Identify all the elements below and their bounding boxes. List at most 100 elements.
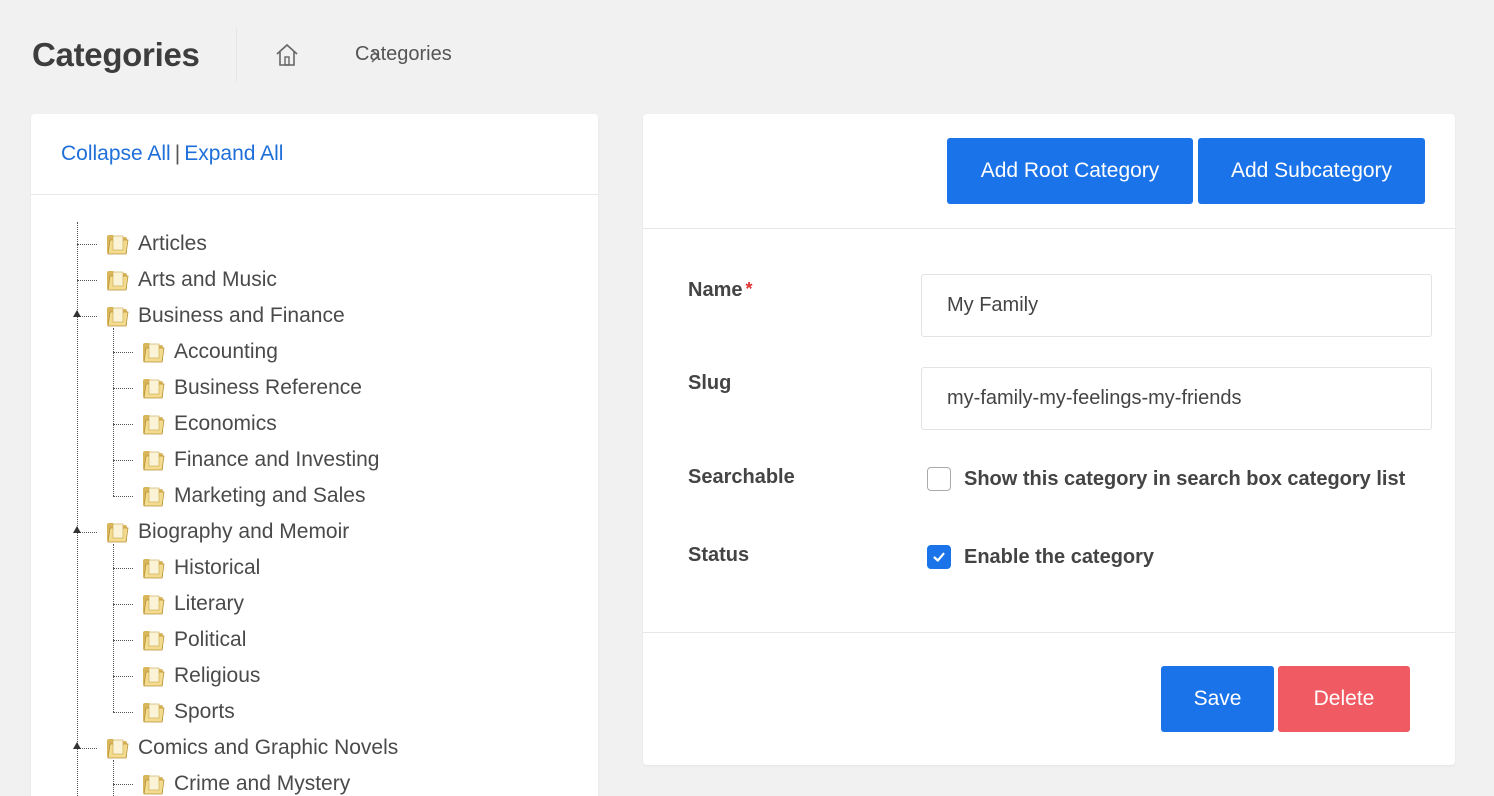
folder-icon xyxy=(140,376,166,400)
tree-item-label: Business and Finance xyxy=(138,304,345,327)
status-label: Status xyxy=(688,544,750,566)
folder-icon xyxy=(140,412,166,436)
tree-item-label: Arts and Music xyxy=(138,268,277,291)
folder-icon xyxy=(104,268,130,292)
tree-subitem[interactable]: Finance and Investing xyxy=(140,442,379,478)
folder-icon xyxy=(140,628,166,652)
folder-icon xyxy=(104,232,130,256)
collapse-all-link[interactable]: Collapse All xyxy=(61,142,171,165)
add-root-category-button[interactable]: Add Root Category xyxy=(947,138,1193,204)
tree-connector xyxy=(113,712,133,713)
slug-input[interactable] xyxy=(921,367,1432,430)
tree-subitem[interactable]: Religious xyxy=(140,658,260,694)
delete-button[interactable]: Delete xyxy=(1278,666,1410,732)
tree-connector xyxy=(77,222,78,796)
tree-connector xyxy=(113,676,133,677)
tree-item-label: Comics and Graphic Novels xyxy=(138,736,399,759)
tree-connector xyxy=(113,496,133,497)
page-title: Categories xyxy=(32,36,200,73)
tree-item-label: Historical xyxy=(174,556,261,579)
tree-item-label: Crime and Mystery xyxy=(174,772,351,795)
tree-subitem[interactable]: Economics xyxy=(140,406,277,442)
add-subcategory-button[interactable]: Add Subcategory xyxy=(1198,138,1425,204)
save-button[interactable]: Save xyxy=(1161,666,1274,732)
tree-subitem[interactable]: Marketing and Sales xyxy=(140,478,365,514)
tree-item[interactable]: Articles xyxy=(104,226,207,262)
name-label: Name * xyxy=(688,279,753,301)
tree-item[interactable]: Biography and Memoir xyxy=(104,514,349,550)
home-icon[interactable] xyxy=(274,42,300,68)
required-mark: * xyxy=(745,279,753,299)
toolbar-separator: | xyxy=(174,142,181,165)
folder-icon xyxy=(104,304,130,328)
tree-connector xyxy=(113,640,133,641)
tree-subitem[interactable]: Literary xyxy=(140,586,244,622)
expand-toggle-icon[interactable] xyxy=(73,742,81,749)
status-checkbox[interactable] xyxy=(927,545,951,569)
folder-icon xyxy=(140,448,166,472)
name-input[interactable] xyxy=(921,274,1432,337)
tree-item[interactable]: Arts and Music xyxy=(104,262,277,298)
searchable-label: Searchable xyxy=(688,466,795,488)
tree-item-label: Finance and Investing xyxy=(174,448,380,471)
tree-item-label: Business Reference xyxy=(174,376,362,399)
folder-icon xyxy=(140,556,166,580)
tree-connector xyxy=(113,424,133,425)
tree-toolbar: Collapse All | Expand All xyxy=(31,114,598,195)
breadcrumb-current: Categories xyxy=(355,43,452,65)
expand-toggle-icon[interactable] xyxy=(73,526,81,533)
folder-icon xyxy=(140,700,166,724)
folder-icon xyxy=(140,340,166,364)
tree-subitem[interactable]: Historical xyxy=(140,550,260,586)
tree-connector xyxy=(113,544,114,712)
slug-label: Slug xyxy=(688,372,732,394)
folder-icon xyxy=(140,484,166,508)
status-checkbox-row[interactable]: Enable the category xyxy=(927,545,1154,569)
tree-subitem[interactable]: Crime and Mystery xyxy=(140,766,350,796)
tree-connector xyxy=(113,328,114,496)
folder-icon xyxy=(104,736,130,760)
tree-connector xyxy=(113,760,114,796)
expand-all-link[interactable]: Expand All xyxy=(184,142,283,165)
folder-icon xyxy=(140,664,166,688)
tree-item-label: Literary xyxy=(174,592,245,615)
tree-item-label: Economics xyxy=(174,412,277,435)
tree-connector xyxy=(113,784,133,785)
tree-item-label: Articles xyxy=(138,232,207,255)
form-divider xyxy=(643,632,1455,633)
tree-item-label: Marketing and Sales xyxy=(174,484,366,507)
folder-icon xyxy=(140,772,166,796)
category-tree-panel: Collapse All | Expand All Articles Arts and… xyxy=(31,114,598,796)
tree-subitem[interactable]: Political xyxy=(140,622,246,658)
tree-item-label: Accounting xyxy=(174,340,278,363)
status-checkbox-label: Enable the category xyxy=(964,545,1155,568)
check-icon xyxy=(933,552,945,562)
tree-connector xyxy=(113,568,133,569)
tree-connector xyxy=(113,388,133,389)
tree-connector xyxy=(77,280,97,281)
header-divider xyxy=(236,28,237,82)
tree-connector xyxy=(113,460,133,461)
tree-subitem[interactable]: Sports xyxy=(140,694,235,730)
tree-connector xyxy=(77,244,97,245)
searchable-checkbox-row[interactable]: Show this category in search box categor… xyxy=(927,467,1405,491)
tree-subitem[interactable]: Accounting xyxy=(140,334,278,370)
tree-connector xyxy=(113,352,133,353)
folder-icon xyxy=(140,592,166,616)
tree-item[interactable]: Comics and Graphic Novels xyxy=(104,730,398,766)
searchable-checkbox-label: Show this category in search box categor… xyxy=(964,467,1406,490)
tree-item-label: Sports xyxy=(174,700,235,723)
page-header: Categories Categories xyxy=(0,0,1494,110)
folder-icon xyxy=(104,520,130,544)
breadcrumb: Categories xyxy=(274,40,452,70)
expand-toggle-icon[interactable] xyxy=(73,310,81,317)
tree-connector xyxy=(113,604,133,605)
tree-item[interactable]: Business and Finance xyxy=(104,298,345,334)
tree-subitem[interactable]: Business Reference xyxy=(140,370,362,406)
searchable-checkbox[interactable] xyxy=(927,467,951,491)
tree-item-label: Religious xyxy=(174,664,261,687)
tree-item-label: Biography and Memoir xyxy=(138,520,350,543)
form-actions-top: Add Root Category Add Subcategory xyxy=(643,114,1455,229)
category-form-panel: Add Root Category Add Subcategory Name * … xyxy=(643,114,1455,765)
tree-item-label: Political xyxy=(174,628,247,651)
